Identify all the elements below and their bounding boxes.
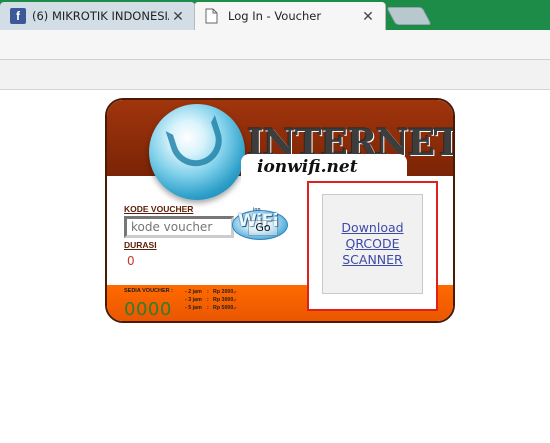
- link-line: SCANNER: [342, 252, 403, 267]
- voucher-availability-title: SEDIA VOUCHER :: [124, 288, 173, 294]
- download-qrcode-scanner-link[interactable]: Download QRCODE SCANNER: [341, 220, 403, 268]
- price-list: - 2 jam : Rp 2000,- - 3 jam : Rp 3000,- …: [185, 288, 237, 312]
- price-amount: Rp 2000,-: [213, 289, 237, 295]
- page-icon: [205, 8, 218, 24]
- tab-log-in-voucher[interactable]: Log In - Voucher ✕: [194, 2, 386, 30]
- facebook-icon: f: [10, 8, 26, 24]
- tab-mikrotik-indonesia[interactable]: f (6) MIKROTIK INDONESIA ✕: [0, 2, 195, 30]
- voucher-code-label: KODE VOUCHER: [124, 204, 194, 214]
- price-duration: - 2 jam: [185, 289, 202, 295]
- price-amount: Rp 3000,-: [213, 297, 237, 303]
- duration-value: 0: [127, 254, 135, 268]
- close-icon[interactable]: ✕: [359, 8, 377, 25]
- qr-panel: Download QRCODE SCANNER: [322, 194, 423, 294]
- tab-title: (6) MIKROTIK INDONESIA: [32, 9, 169, 23]
- close-icon[interactable]: ✕: [169, 8, 187, 25]
- duration-label: DURASI: [124, 240, 157, 250]
- bookmarks-bar: [0, 60, 550, 90]
- tab-bar: f (6) MIKROTIK INDONESIA ✕ Log In - Vouc…: [0, 0, 550, 30]
- address-bar[interactable]: [0, 30, 550, 60]
- brand-domain: ionwifi.net: [257, 157, 358, 177]
- link-line: Download: [341, 220, 404, 235]
- price-row: - 2 jam : Rp 2000,-: [185, 288, 237, 296]
- voucher-code-input[interactable]: [124, 216, 234, 238]
- price-row: - 5 jam : Rp 5000,-: [185, 304, 237, 312]
- price-duration: - 3 jam: [185, 297, 202, 303]
- price-row: - 3 jam : Rp 3000,-: [185, 296, 237, 304]
- go-button[interactable]: Go: [248, 220, 278, 236]
- new-tab-button[interactable]: [386, 7, 432, 25]
- link-line: QRCODE: [345, 236, 400, 251]
- price-duration: - 5 jam: [185, 305, 202, 311]
- price-amount: Rp 5000,-: [213, 305, 237, 311]
- visitor-counter: 0000: [124, 299, 172, 320]
- tab-title: Log In - Voucher: [228, 9, 322, 23]
